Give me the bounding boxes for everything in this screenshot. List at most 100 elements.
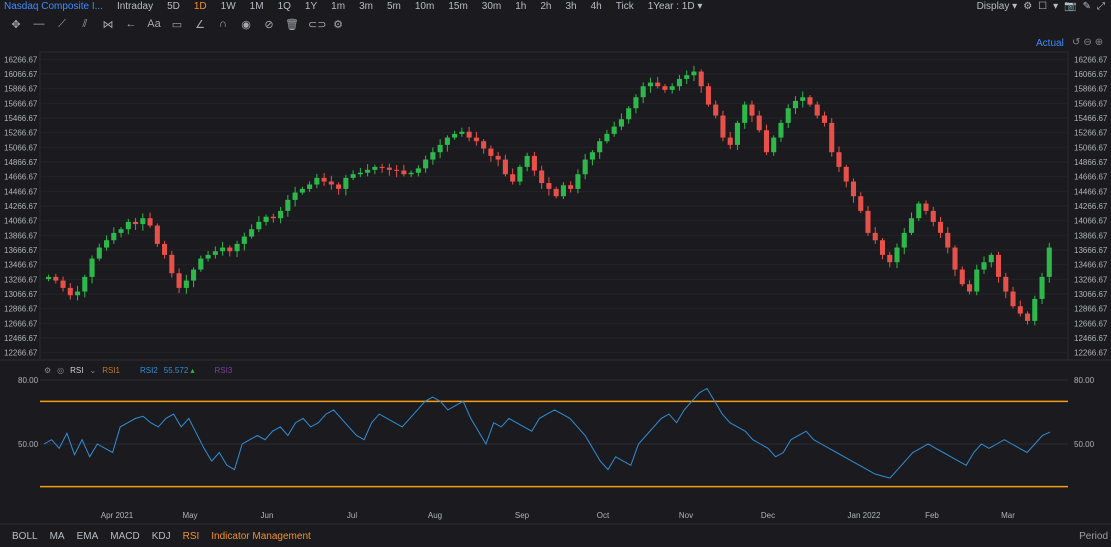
candle-body — [82, 276, 88, 292]
price-tick-left: 15266.67 — [4, 129, 38, 138]
rsi-tick-left: 50.00 — [18, 440, 39, 449]
tab-indicator-management[interactable]: Indicator Management — [211, 531, 311, 542]
candle-body — [756, 115, 762, 131]
price-tick-left: 13866.67 — [4, 231, 38, 240]
candle-body — [959, 269, 965, 285]
candle-body — [887, 254, 893, 263]
candle-body — [531, 155, 537, 171]
candle-body — [850, 181, 857, 197]
chart-canvas[interactable]: 16266.67 16266.67 16066.67 16066.67 15866.67… — [0, 0, 1111, 547]
candle-body — [597, 141, 603, 153]
candle-body — [945, 232, 951, 248]
candle-body — [270, 216, 276, 219]
tab-macd[interactable]: MACD — [110, 531, 139, 542]
price-tick-right: 15066.67 — [1074, 143, 1108, 152]
price-tick-right: 13866.67 — [1074, 231, 1108, 240]
candle-body — [647, 82, 653, 87]
chevron-down-icon[interactable]: ⌄ — [90, 366, 97, 375]
candle-body — [46, 276, 52, 280]
candle-body — [1046, 247, 1052, 277]
candle-body — [872, 232, 878, 241]
price-tick-left: 13666.67 — [4, 246, 38, 255]
candle-body — [937, 221, 944, 233]
candle-body — [1024, 313, 1031, 321]
tab-ma[interactable]: MA — [50, 531, 65, 542]
rsi2-label: RSI2 — [140, 365, 158, 375]
candle-body — [691, 71, 697, 76]
tab-ema[interactable]: EMA — [77, 531, 99, 542]
rsi-tick-left: 80.00 — [18, 376, 39, 385]
candle-body — [1032, 298, 1038, 321]
price-tick-right: 16266.67 — [1074, 55, 1108, 64]
x-axis-label: Feb — [925, 511, 939, 520]
x-axis-label: Nov — [679, 511, 693, 520]
x-axis-label: Jun — [261, 511, 274, 520]
candle-body — [336, 184, 342, 189]
candle-body — [901, 232, 907, 248]
candle-body — [517, 166, 523, 182]
candle-body — [227, 247, 233, 252]
candle-body — [792, 100, 799, 109]
candle-body — [568, 185, 574, 189]
candle-body — [459, 131, 465, 134]
candle-body — [133, 221, 139, 225]
price-tick-left: 14466.67 — [4, 187, 38, 196]
price-tick-left: 14866.67 — [4, 158, 38, 167]
candle-body — [640, 86, 646, 98]
candle-body — [125, 221, 131, 230]
candle-body — [437, 144, 443, 153]
rsi-tick-right: 50.00 — [1074, 440, 1095, 449]
candle-body — [727, 137, 733, 145]
candle-body — [582, 159, 588, 175]
tab-boll[interactable]: BOLL — [12, 531, 38, 542]
price-tick-left: 12666.67 — [4, 319, 38, 328]
price-tick-left: 16066.67 — [4, 70, 38, 79]
candle-body — [829, 122, 835, 153]
price-tick-right: 12266.67 — [1074, 349, 1108, 358]
price-tick-left: 12466.67 — [4, 334, 38, 343]
tab-kdj[interactable]: KDJ — [152, 531, 171, 542]
candle-body — [720, 115, 726, 138]
candle-body — [488, 148, 494, 156]
candle-body — [923, 203, 929, 211]
candle-body — [669, 86, 675, 90]
candle-body — [814, 104, 820, 116]
candle-body — [430, 152, 436, 160]
candle-body — [952, 247, 958, 270]
candle-body — [502, 159, 508, 175]
candle-body — [205, 254, 211, 259]
candle-body — [662, 86, 668, 90]
candle-body — [778, 122, 784, 138]
x-axis-label: Jul — [347, 511, 357, 520]
price-tick-right: 13666.67 — [1074, 246, 1108, 255]
candle-body — [466, 131, 472, 138]
candle-body — [1010, 291, 1016, 307]
eye-icon[interactable]: ◎ — [57, 366, 64, 375]
candle-body — [89, 258, 95, 277]
rsi2-value-text: 55.572 — [163, 365, 189, 375]
period-button[interactable]: Period — [1079, 531, 1108, 542]
candle-body — [140, 218, 146, 225]
tab-rsi[interactable]: RSI — [183, 531, 200, 542]
candle-body — [510, 174, 516, 182]
candle-body — [60, 280, 66, 288]
candle-body — [546, 183, 552, 189]
candle-body — [249, 229, 255, 237]
candle-body — [908, 218, 915, 233]
candle-body — [401, 170, 407, 175]
candle-body — [67, 287, 73, 296]
candle-body — [452, 133, 458, 138]
price-tick-left: 16266.67 — [4, 55, 38, 64]
candle-body — [118, 229, 124, 233]
candle-body — [916, 203, 922, 219]
x-axis-label: Oct — [597, 511, 610, 520]
x-axis-label: Apr 2021 — [101, 511, 134, 520]
candle-body — [394, 169, 400, 171]
candle-body — [408, 172, 414, 175]
price-tick-left: 13266.67 — [4, 275, 38, 284]
gear-icon[interactable]: ⚙ — [44, 366, 51, 375]
candle-body — [1039, 276, 1045, 299]
candle-body — [104, 240, 110, 248]
candle-body — [147, 218, 153, 226]
candle-body — [705, 86, 711, 105]
